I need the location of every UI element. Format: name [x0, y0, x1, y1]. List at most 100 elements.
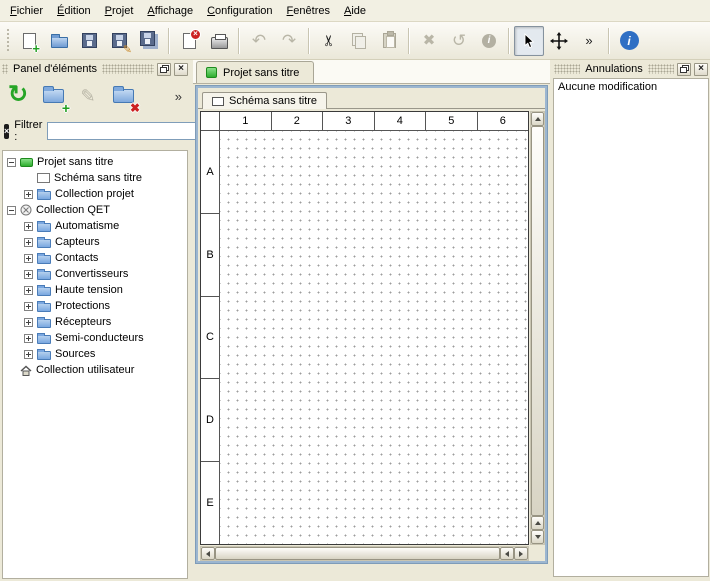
panel-overflow-button[interactable]: » — [175, 89, 187, 104]
menu-affichage[interactable]: Affichage — [140, 2, 200, 20]
tree-item-schema[interactable]: Schéma sans titre — [3, 170, 187, 186]
save-as-button[interactable]: ✎ — [104, 26, 134, 56]
new-project-button[interactable]: + — [14, 26, 44, 56]
tree-item-collection-utilisateur[interactable]: Collection utilisateur — [3, 362, 187, 378]
tree-item-label: Collection projet — [55, 188, 134, 200]
menu-aide[interactable]: Aide — [337, 2, 373, 20]
open-project-button[interactable] — [44, 26, 74, 56]
tree-item-label: Protections — [55, 300, 110, 312]
rotate-button[interactable]: ↺ — [444, 26, 474, 56]
reload-collections-button[interactable]: ↻ — [3, 81, 33, 111]
tree-item-haute-tension[interactable]: Haute tension — [3, 282, 187, 298]
about-button[interactable]: i — [614, 26, 644, 56]
select-tool-button[interactable] — [514, 26, 544, 56]
tree-item-automatisme[interactable]: Automatisme — [3, 218, 187, 234]
tree-item-recepteurs[interactable]: Récepteurs — [3, 314, 187, 330]
tree-item-capteurs[interactable]: Capteurs — [3, 234, 187, 250]
delete-icon: ✖ — [423, 33, 436, 48]
toolbar-grip[interactable] — [6, 28, 11, 53]
dock-grip[interactable] — [648, 64, 674, 74]
dock-grip[interactable] — [102, 64, 154, 74]
row-ruler: A B C D E — [201, 131, 220, 544]
menu-configuration[interactable]: Configuration — [200, 2, 279, 20]
collapse-icon[interactable] — [7, 206, 16, 215]
tree-item-sources[interactable]: Sources — [3, 346, 187, 362]
close-panel-button[interactable]: × — [174, 63, 188, 76]
tree-item-collection-qet[interactable]: Collection QET — [3, 202, 187, 218]
close-icon: × — [698, 64, 704, 74]
dot-grid-canvas[interactable] — [220, 131, 528, 544]
delete-button[interactable]: ✖ — [414, 26, 444, 56]
horizontal-scrollbar-thumb[interactable] — [215, 547, 500, 560]
save-button[interactable] — [74, 26, 104, 56]
toolbar-overflow-button[interactable]: » — [574, 26, 604, 56]
clear-icon: × — [4, 127, 9, 136]
toolbar-separator — [408, 28, 410, 54]
print-button[interactable] — [204, 26, 234, 56]
float-panel-button[interactable] — [157, 63, 171, 76]
move-tool-button[interactable] — [544, 26, 574, 56]
expand-icon[interactable] — [24, 302, 33, 311]
tree-item-collection-projet[interactable]: Collection projet — [3, 186, 187, 202]
dock-grip[interactable] — [554, 64, 580, 74]
menu-projet[interactable]: Projet — [98, 2, 141, 20]
scroll-up-button[interactable] — [531, 112, 544, 126]
undo-list-item[interactable]: Aucune modification — [555, 80, 707, 94]
elements-panel: Panel d'éléments × ↻ + ✎ — [0, 60, 190, 581]
expand-icon[interactable] — [24, 190, 33, 199]
vertical-scrollbar-thumb[interactable] — [531, 126, 544, 516]
clear-filter-button[interactable]: × — [4, 124, 9, 139]
undo-button[interactable]: ↶ — [244, 26, 274, 56]
folder-icon — [37, 239, 51, 248]
tree-item-convertisseurs[interactable]: Convertisseurs — [3, 266, 187, 282]
edit-element-button[interactable]: ✎ — [73, 81, 103, 111]
tree-item-semi-conducteurs[interactable]: Semi-conducteurs — [3, 330, 187, 346]
scroll-up-button[interactable] — [531, 516, 544, 530]
horizontal-scrollbar[interactable] — [200, 546, 529, 561]
expand-icon[interactable] — [24, 318, 33, 327]
close-file-button[interactable]: × — [174, 26, 204, 56]
elements-panel-titlebar[interactable]: Panel d'éléments × — [0, 60, 190, 78]
new-element-button[interactable]: + — [38, 81, 68, 111]
tab-schema[interactable]: Schéma sans titre — [202, 92, 327, 109]
cut-button[interactable]: ✂ — [314, 26, 344, 56]
scroll-left-button[interactable] — [201, 547, 215, 560]
close-panel-button[interactable]: × — [694, 63, 708, 76]
expand-icon[interactable] — [24, 222, 33, 231]
scroll-left-button[interactable] — [500, 547, 514, 560]
save-all-button[interactable] — [134, 26, 164, 56]
expand-icon[interactable] — [24, 254, 33, 263]
expand-icon[interactable] — [24, 334, 33, 343]
element-info-button[interactable]: i — [474, 26, 504, 56]
paste-button[interactable] — [374, 26, 404, 56]
rotate-icon: ↺ — [452, 32, 466, 49]
scroll-down-button[interactable] — [531, 530, 544, 544]
float-panel-button[interactable] — [677, 63, 691, 76]
expand-icon[interactable] — [24, 270, 33, 279]
menu-fenetres[interactable]: Fenêtres — [280, 2, 337, 20]
collapse-icon[interactable] — [7, 158, 16, 167]
filter-input[interactable] — [47, 122, 197, 140]
menu-fichier[interactable]: Fichier — [3, 2, 50, 20]
tab-project[interactable]: Projet sans titre — [196, 61, 314, 83]
tree-item-protections[interactable]: Protections — [3, 298, 187, 314]
qelectrotech-window: Fichier Édition Projet Affichage Configu… — [0, 0, 710, 581]
undo-icon: ↶ — [252, 32, 266, 49]
undo-panel-titlebar[interactable]: Annulations × — [552, 60, 710, 78]
delete-element-button[interactable]: ✖ — [108, 81, 138, 111]
diagram-canvas[interactable]: 1 2 3 4 5 6 A B C D E — [200, 111, 529, 545]
dock-grip[interactable] — [2, 64, 8, 74]
copy-button[interactable] — [344, 26, 374, 56]
menu-edition[interactable]: Édition — [50, 2, 98, 20]
tree-item-project[interactable]: Projet sans titre — [3, 154, 187, 170]
expand-icon[interactable] — [24, 350, 33, 359]
float-icon — [160, 65, 169, 73]
tree-item-contacts[interactable]: Contacts — [3, 250, 187, 266]
expand-icon[interactable] — [24, 286, 33, 295]
elements-panel-toolbar: ↻ + ✎ ✖ » — [0, 78, 190, 114]
filter-bar: × Filtrer : — [0, 114, 190, 148]
redo-button[interactable]: ↷ — [274, 26, 304, 56]
scroll-right-button[interactable] — [514, 547, 528, 560]
vertical-scrollbar[interactable] — [530, 111, 545, 545]
expand-icon[interactable] — [24, 238, 33, 247]
